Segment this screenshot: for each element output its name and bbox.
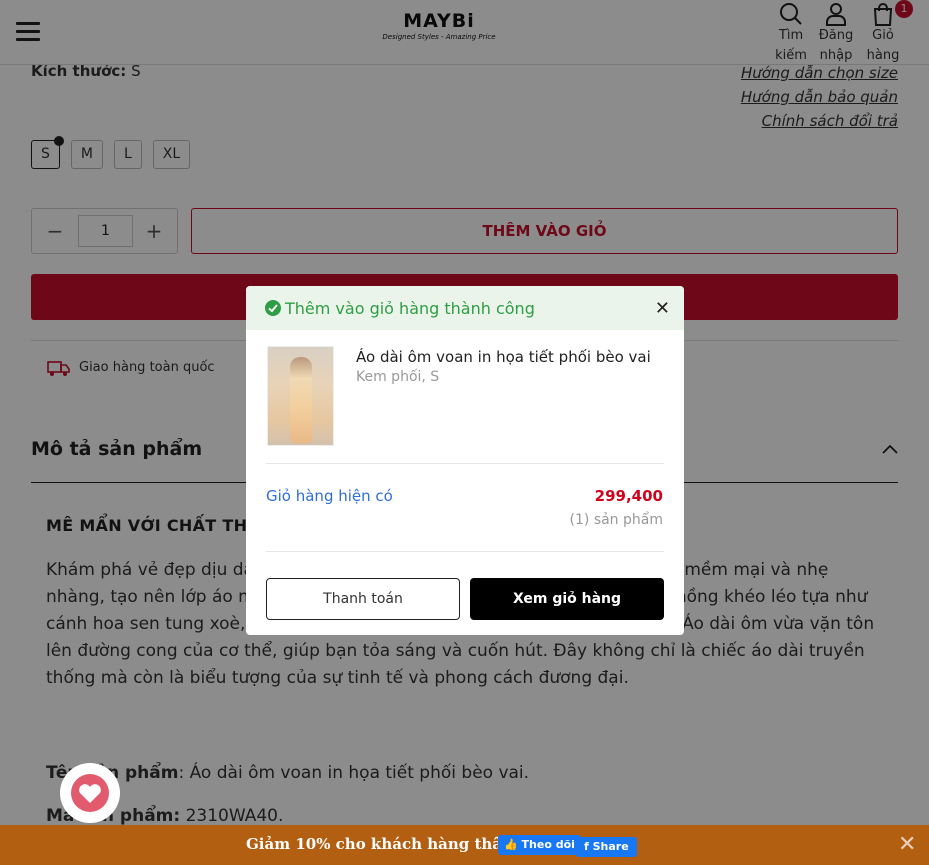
check-circle-icon <box>265 300 281 316</box>
heart-icon <box>79 784 101 803</box>
facebook-icon: f <box>584 840 593 853</box>
wishlist-button[interactable] <box>60 763 120 823</box>
close-promo-icon[interactable]: ✕ <box>898 832 916 857</box>
success-message: Thêm vào giỏ hàng thành công <box>285 299 535 318</box>
share-label: Share <box>592 840 629 853</box>
checkout-button[interactable]: Thanh toán <box>266 578 460 620</box>
modal-header: Thêm vào giỏ hàng thành công ✕ <box>246 286 684 330</box>
wishlist-circle <box>71 774 109 812</box>
close-icon[interactable]: ✕ <box>655 298 670 319</box>
divider <box>266 463 664 464</box>
product-figure <box>290 357 312 443</box>
modal-product-variant: Kem phối, S <box>356 369 440 385</box>
facebook-share-button[interactable]: f Share <box>576 837 637 857</box>
view-cart-button[interactable]: Xem giỏ hàng <box>470 578 664 620</box>
divider <box>266 551 664 552</box>
cart-summary-label[interactable]: Giỏ hàng hiện có <box>266 487 393 505</box>
cart-total-price: 299,400 <box>594 487 663 505</box>
cart-item-count: (1) sản phẩm <box>569 512 663 528</box>
modal-product-name[interactable]: Áo dài ôm voan in họa tiết phối bèo vai <box>356 348 651 366</box>
facebook-follow-button[interactable]: 👍 Theo dõi <box>498 835 581 855</box>
follow-label: Theo dõi <box>521 838 575 851</box>
add-to-cart-modal: Thêm vào giỏ hàng thành công ✕ Áo dài ôm… <box>246 286 684 635</box>
product-thumbnail <box>267 346 334 446</box>
promo-bar: Giảm 10% cho khách hàng thân thiết 👍 The… <box>0 825 929 865</box>
